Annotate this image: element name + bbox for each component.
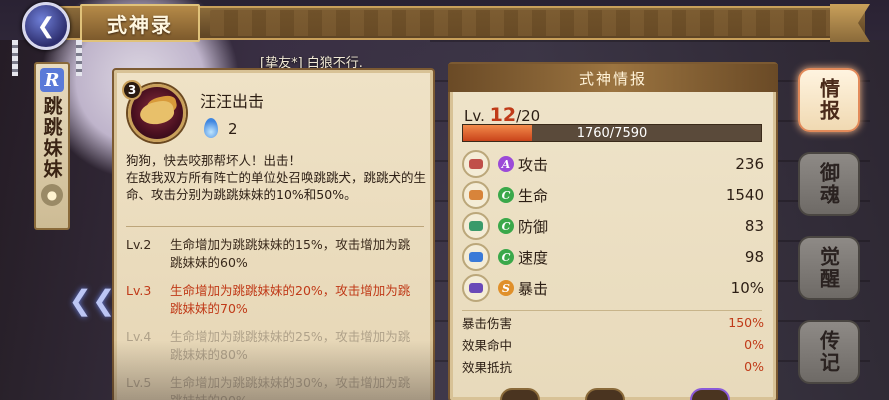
stat-value: 10%: [730, 279, 764, 297]
skill-description: 狗狗，快去咬那帮坏人！出击！ 在敌我双方所有阵亡的单位处召唤跳跳犬，跳跳犬的生命…: [126, 152, 426, 203]
stat-value: 83: [744, 217, 764, 235]
top-bar: 式神录: [0, 0, 889, 44]
sub-stat-name: 暴击伤害: [462, 315, 513, 331]
rope-decoration: [76, 40, 82, 76]
speed-icon: [462, 243, 490, 271]
sub-stat-name: 效果命中: [462, 337, 513, 353]
stat-row: A 攻击 236: [462, 150, 764, 178]
skill-description-line: 狗狗，快去咬那帮坏人！出击！: [126, 153, 302, 168]
sub-stat-name: 效果抵抗: [462, 359, 513, 375]
stat-grade-badge: C: [498, 187, 514, 203]
skill-upgrade-row: Lv.4 生命增加为跳跳妹妹的25%，攻击增加为跳跳妹妹的80%: [126, 328, 426, 364]
xp-text: 1760/7590: [576, 125, 648, 141]
tab-1[interactable]: 御魂: [798, 152, 860, 216]
level-max: /20: [516, 107, 541, 125]
stat-name: 暴击: [518, 279, 549, 298]
stat-grade-badge: A: [498, 156, 514, 172]
stat-row: C 防御 83: [462, 212, 764, 240]
tab-label: 传记: [816, 330, 841, 374]
skill-name: 汪汪出击: [200, 92, 265, 111]
skill-upgrade-row: Lv.3 生命增加为跳跳妹妹的20%，攻击增加为跳跳妹妹的70%: [126, 282, 426, 318]
upgrade-text: 生命增加为跳跳妹妹的20%，攻击增加为跳跳妹妹的70%: [170, 283, 411, 316]
bottom-button-hint[interactable]: [500, 388, 540, 400]
stat-grade-badge: C: [498, 249, 514, 265]
crit-icon: [462, 274, 490, 302]
sub-stat-row: 暴击伤害 150%: [462, 312, 764, 332]
upgrade-level: Lv.3: [126, 283, 152, 298]
beast-icon: [138, 98, 176, 128]
skill-upgrade-row: Lv.2 生命增加为跳跳妹妹的15%，攻击增加为跳跳妹妹的60%: [126, 236, 426, 272]
sub-stat-row: 效果抵抗 0%: [462, 356, 764, 376]
back-button[interactable]: ❮: [22, 2, 70, 50]
sub-stat-value: 0%: [744, 336, 764, 352]
upgrade-text: 生命增加为跳跳妹妹的25%，攻击增加为跳跳妹妹的80%: [170, 329, 411, 362]
xp-bar: 1760/7590: [462, 124, 762, 142]
rope-decoration: [12, 40, 18, 76]
shield-icon: [462, 212, 490, 240]
tab-2[interactable]: 觉醒: [798, 236, 860, 300]
stat-name: 防御: [518, 217, 549, 236]
tab-label: 御魂: [816, 162, 841, 206]
skill-description-line: 在敌我双方所有阵亡的单位处召唤跳跳犬，跳跳犬的生命、攻击分别为跳跳妹妹的10%和…: [126, 170, 427, 202]
onibi-fire-icon: [204, 118, 218, 138]
heart-icon: [462, 181, 490, 209]
skill-cost: 2: [228, 120, 238, 138]
stats-panel-title: 式神情报: [578, 69, 647, 88]
skill-level-badge: 3: [122, 80, 142, 100]
page-title-plate: 式神录: [80, 4, 200, 42]
tab-0[interactable]: 情报: [798, 68, 860, 132]
stat-value: 236: [735, 155, 764, 173]
shikigami-name: 跳跳妹妹: [40, 96, 63, 180]
stat-grade-badge: C: [498, 218, 514, 234]
level-prefix: Lv.: [464, 107, 490, 125]
stat-name: 生命: [518, 186, 549, 205]
upgrade-text: 生命增加为跳跳妹妹的30%，攻击增加为跳跳妹妹的90%: [170, 375, 411, 400]
stat-grade-badge: S: [498, 280, 514, 296]
stat-row: S 暴击 10%: [462, 274, 764, 302]
rarity-badge: R: [40, 68, 64, 92]
sub-stat-value: 0%: [744, 358, 764, 374]
upgrade-text: 生命增加为跳跳妹妹的15%，攻击增加为跳跳妹妹的60%: [170, 237, 411, 270]
sword-icon: [462, 150, 490, 178]
skill-panel: 3 汪汪出击 2 狗狗，快去咬那帮坏人！出击！ 在敌我双方所有阵亡的单位处召唤跳…: [112, 68, 435, 400]
shikigami-name-strip: R 跳跳妹妹 ●: [34, 62, 70, 230]
sub-stat-value: 150%: [728, 314, 764, 330]
skill-upgrade-row: Lv.5 生命增加为跳跳妹妹的30%，攻击增加为跳跳妹妹的90%: [126, 374, 426, 400]
stat-row: C 速度 98: [462, 243, 764, 271]
back-arrow-icon: ❮: [36, 13, 56, 39]
bottom-button-hint[interactable]: [585, 388, 625, 400]
bottom-button-hint[interactable]: [690, 388, 730, 400]
sub-stat-row: 效果命中 0%: [462, 334, 764, 354]
stat-value: 1540: [725, 186, 764, 204]
upgrade-level: Lv.2: [126, 237, 152, 252]
upgrade-level: Lv.5: [126, 375, 152, 390]
page-title: 式神录: [107, 12, 173, 37]
upgrade-level: Lv.4: [126, 329, 152, 344]
level-display: Lv. 12/20: [464, 104, 540, 126]
tab-label: 情报: [816, 78, 841, 122]
tab-label: 觉醒: [816, 246, 841, 290]
level-current: 12: [489, 104, 517, 126]
stat-name: 攻击: [518, 155, 549, 174]
divider: [126, 226, 424, 227]
stats-panel-header: 式神情报: [448, 64, 778, 92]
tab-3[interactable]: 传记: [798, 320, 860, 384]
top-bar-pattern: [210, 10, 840, 36]
stat-name: 速度: [518, 248, 549, 267]
divider: [462, 310, 762, 311]
stat-value: 98: [744, 248, 764, 266]
stat-row: C 生命 1540: [462, 181, 764, 209]
previous-arrow-icon[interactable]: ❮❮: [69, 284, 116, 317]
lock-icon[interactable]: ●: [41, 184, 63, 206]
